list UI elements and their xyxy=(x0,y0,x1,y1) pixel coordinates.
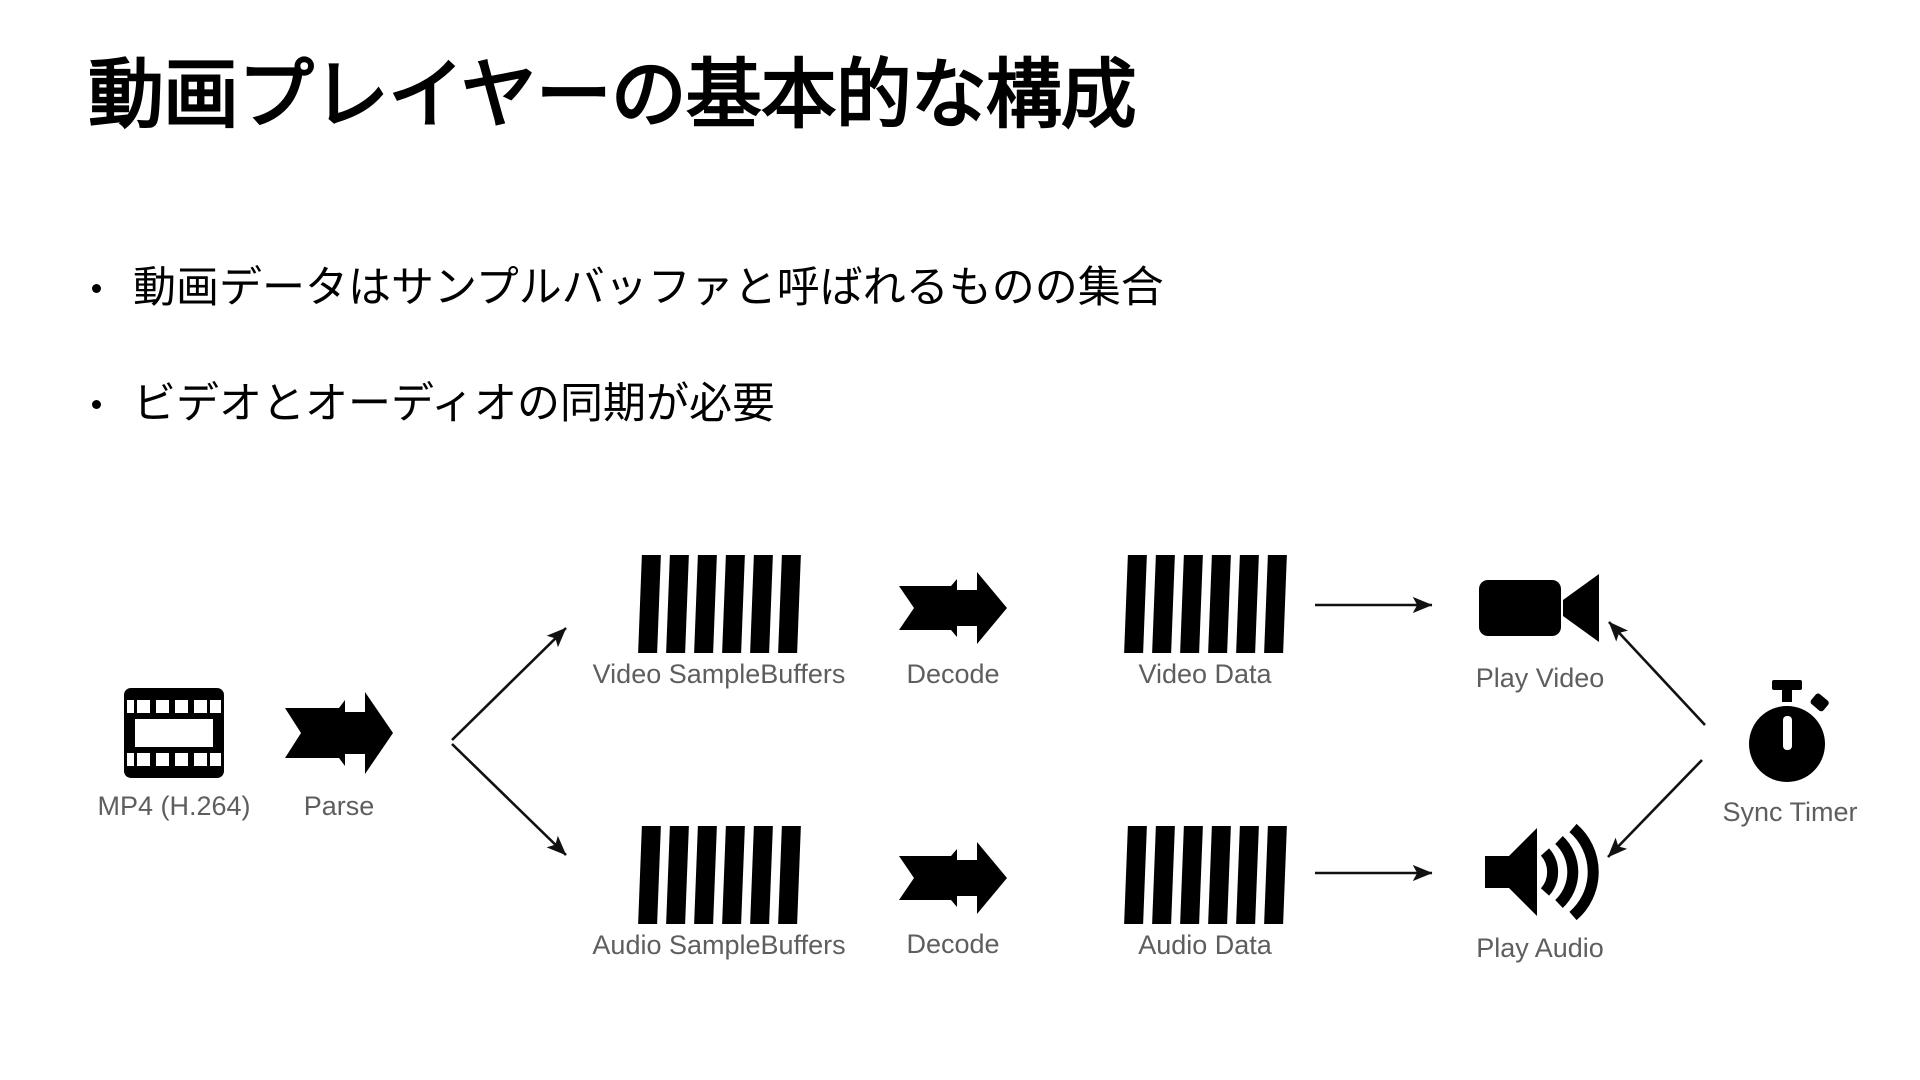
node-play-audio[interactable]: Play Audio xyxy=(1440,822,1640,962)
film-frame-icon xyxy=(122,686,226,785)
buffer-bar xyxy=(1151,826,1175,924)
node-audio-data[interactable]: Audio Data xyxy=(1095,826,1315,959)
double-arrow-icon xyxy=(897,838,1009,923)
connector-parse-to-video-buffers xyxy=(451,627,567,741)
slide-canvas: 動画プレイヤーの基本的な構成 動画データはサンプルバッファと呼ばれるものの集合 … xyxy=(0,0,1920,1080)
buffer-bar xyxy=(777,826,801,924)
node-video-decode[interactable]: Decode xyxy=(890,568,1016,688)
node-label-video-buffers: Video SampleBuffers xyxy=(592,659,846,689)
stopwatch-icon xyxy=(1734,678,1846,791)
buffer-bar xyxy=(1179,555,1203,653)
sample-buffer-bars-icon xyxy=(1123,826,1287,924)
sample-buffer-bars-icon xyxy=(637,826,801,924)
buffer-bar xyxy=(1207,826,1231,924)
sample-buffer-bars-icon xyxy=(1123,555,1287,653)
buffer-bar xyxy=(749,555,773,653)
buffer-bar xyxy=(721,555,745,653)
buffer-bar xyxy=(1151,555,1175,653)
node-label-video-decode: Decode xyxy=(906,659,1000,689)
buffer-bar xyxy=(777,555,801,653)
node-label-audio-buffers: Audio SampleBuffers xyxy=(592,930,846,960)
node-parse[interactable]: Parse xyxy=(278,686,400,820)
buffer-bar xyxy=(1263,555,1287,653)
buffer-bar xyxy=(693,555,717,653)
buffer-bar xyxy=(1123,826,1147,924)
buffer-bar xyxy=(1263,826,1287,924)
buffer-bar xyxy=(665,826,689,924)
buffer-bar xyxy=(637,555,661,653)
pipeline-diagram: MP4 (H.264) Parse Video SampleBuffers De… xyxy=(0,0,1920,1080)
node-label-audio-data: Audio Data xyxy=(1138,930,1272,960)
sample-buffer-bars-icon xyxy=(637,555,801,653)
node-label-video-data: Video Data xyxy=(1138,659,1272,689)
connector-parse-to-audio-buffers xyxy=(451,743,567,856)
node-video-buffers[interactable]: Video SampleBuffers xyxy=(559,555,879,688)
buffer-bar xyxy=(1179,826,1203,924)
node-label-play-video: Play Video xyxy=(1475,663,1605,693)
buffer-bar xyxy=(1235,826,1259,924)
double-arrow-icon xyxy=(283,686,395,785)
buffer-bar xyxy=(721,826,745,924)
buffer-bar xyxy=(637,826,661,924)
buffer-bar xyxy=(665,555,689,653)
node-label-source: MP4 (H.264) xyxy=(97,791,251,821)
buffer-bar xyxy=(1123,555,1147,653)
buffer-bar xyxy=(693,826,717,924)
buffer-bar xyxy=(1235,555,1259,653)
node-label-parse: Parse xyxy=(303,791,375,821)
node-video-data[interactable]: Video Data xyxy=(1095,555,1315,688)
buffer-bar xyxy=(1207,555,1231,653)
node-audio-decode[interactable]: Decode xyxy=(890,838,1016,958)
node-label-sync-timer: Sync Timer xyxy=(1722,797,1858,827)
video-camera-icon xyxy=(1477,560,1603,657)
node-play-video[interactable]: Play Video xyxy=(1440,560,1640,692)
double-arrow-icon xyxy=(897,568,1009,653)
node-audio-buffers[interactable]: Audio SampleBuffers xyxy=(559,826,879,959)
buffer-bar xyxy=(749,826,773,924)
speaker-icon xyxy=(1481,822,1599,927)
node-source[interactable]: MP4 (H.264) xyxy=(74,686,274,820)
node-label-audio-decode: Decode xyxy=(906,929,1000,959)
node-label-play-audio: Play Audio xyxy=(1476,933,1604,963)
node-sync-timer[interactable]: Sync Timer xyxy=(1700,678,1880,826)
